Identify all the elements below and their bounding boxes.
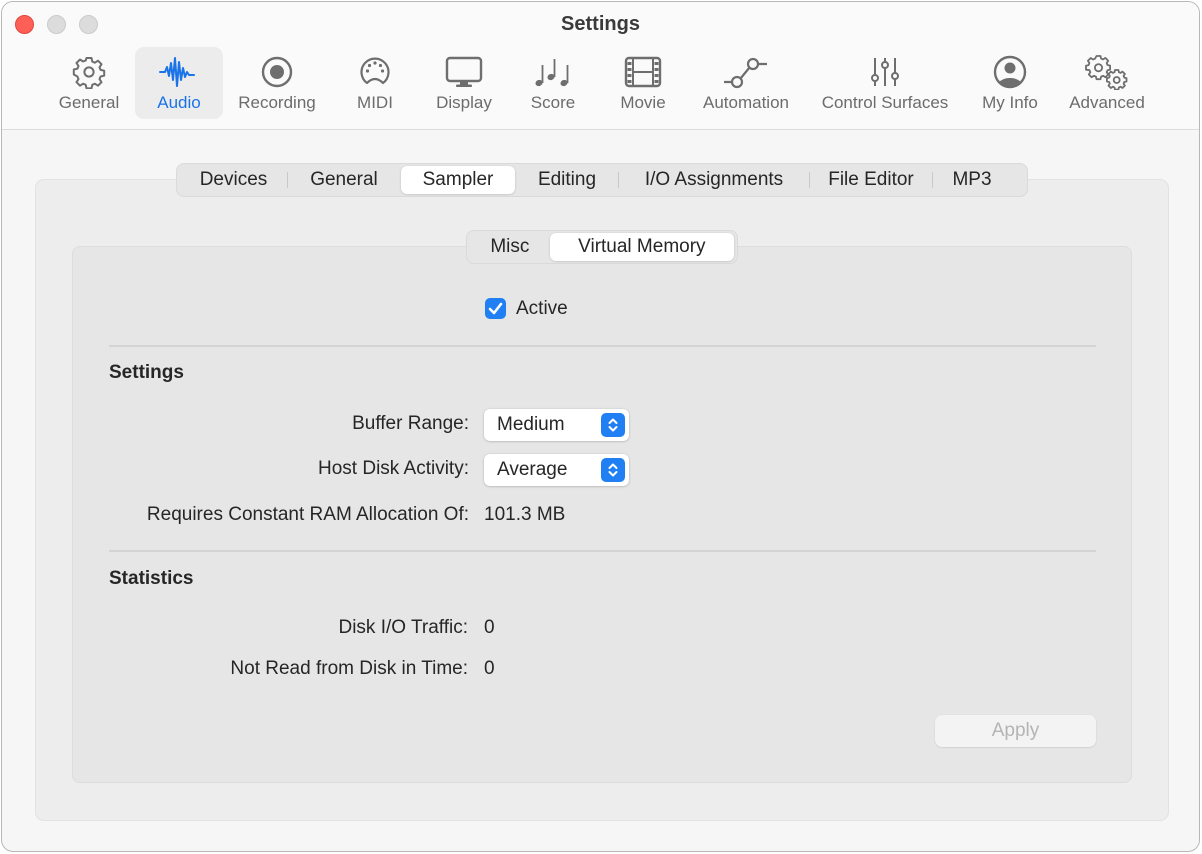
toolbar-label: Display <box>436 93 492 112</box>
not-read-in-time-label: Not Read from Disk in Time: <box>230 658 468 679</box>
toolbar-item-control-surfaces[interactable]: Control Surfaces <box>812 47 958 119</box>
toolbar-label: MIDI <box>357 93 393 112</box>
waveform-icon <box>159 51 199 93</box>
statistics-heading: Statistics <box>109 568 194 589</box>
tab-sampler[interactable]: Sampler <box>401 166 515 194</box>
settings-tabs: Devices General Sampler Editing I/O Assi… <box>176 163 1028 197</box>
subtab-virtual-memory[interactable]: Virtual Memory <box>549 233 734 261</box>
chevron-up-down-icon <box>601 413 625 437</box>
ram-allocation-label: Requires Constant RAM Allocation Of: <box>146 504 469 525</box>
gear-icon <box>72 51 106 93</box>
film-icon <box>624 51 662 93</box>
settings-heading: Settings <box>109 362 184 383</box>
host-disk-activity-value: Average <box>497 459 568 480</box>
toolbar-item-score[interactable]: Score <box>518 47 588 119</box>
not-read-in-time-value: 0 <box>484 658 495 679</box>
toolbar-label: Control Surfaces <box>821 93 949 112</box>
toolbar-item-display[interactable]: Display <box>426 47 502 119</box>
active-label[interactable]: Active <box>516 298 568 320</box>
host-disk-activity-popup[interactable]: Average <box>484 454 629 486</box>
disk-io-traffic-label: Disk I/O Traffic: <box>338 617 468 638</box>
titlebar: Settings General Audio Recording MIDI Di… <box>2 2 1199 130</box>
record-icon <box>260 51 294 93</box>
music-notes-icon <box>534 51 572 93</box>
toolbar-label: General <box>58 93 120 112</box>
person-circle-icon <box>992 51 1028 93</box>
settings-window: Settings General Audio Recording MIDI Di… <box>1 1 1200 852</box>
checkmark-icon <box>488 302 503 315</box>
tab-mp3[interactable]: MP3 <box>933 166 1011 194</box>
section-divider <box>109 345 1096 347</box>
toolbar-item-general[interactable]: General <box>49 47 129 119</box>
toolbar-item-recording[interactable]: Recording <box>230 47 324 119</box>
display-icon <box>445 51 483 93</box>
tab-general[interactable]: General <box>288 166 400 194</box>
toolbar-label: Advanced <box>1069 93 1145 112</box>
toolbar-label: Audio <box>157 93 201 112</box>
tab-io-assignments[interactable]: I/O Assignments <box>619 166 809 194</box>
chevron-up-down-icon <box>601 458 625 482</box>
buffer-range-popup[interactable]: Medium <box>484 409 629 441</box>
tab-editing[interactable]: Editing <box>516 166 618 194</box>
toolbar-item-my-info[interactable]: My Info <box>972 47 1048 119</box>
active-checkbox[interactable] <box>485 298 506 319</box>
sliders-icon <box>868 51 902 93</box>
toolbar-label: Score <box>530 93 576 112</box>
automation-curve-icon <box>722 51 770 93</box>
toolbar-label: Recording <box>238 93 316 112</box>
host-disk-activity-label: Host Disk Activity: <box>318 458 469 479</box>
midi-connector-icon <box>358 51 392 93</box>
section-divider <box>109 550 1096 552</box>
toolbar-item-automation[interactable]: Automation <box>694 47 798 119</box>
buffer-range-value: Medium <box>497 414 565 435</box>
window-title: Settings <box>561 13 640 35</box>
buffer-range-label: Buffer Range: <box>352 413 469 434</box>
ram-allocation-value: 101.3 MB <box>484 504 566 525</box>
tab-file-editor[interactable]: File Editor <box>810 166 932 194</box>
disk-io-traffic-value: 0 <box>484 617 495 638</box>
sampler-subtabs: Misc Virtual Memory <box>466 230 738 264</box>
toolbar-label: Movie <box>620 93 666 112</box>
toolbar-label: Automation <box>703 93 789 112</box>
toolbar-label: My Info <box>982 93 1038 112</box>
gears-icon <box>1085 51 1129 93</box>
toolbar-item-advanced[interactable]: Advanced <box>1062 47 1152 119</box>
subtab-misc[interactable]: Misc <box>470 233 550 261</box>
apply-button[interactable]: Apply <box>935 715 1096 747</box>
toolbar-item-movie[interactable]: Movie <box>608 47 678 119</box>
tab-devices[interactable]: Devices <box>180 166 287 194</box>
toolbar-item-midi[interactable]: MIDI <box>340 47 410 119</box>
toolbar-item-audio[interactable]: Audio <box>135 47 223 119</box>
